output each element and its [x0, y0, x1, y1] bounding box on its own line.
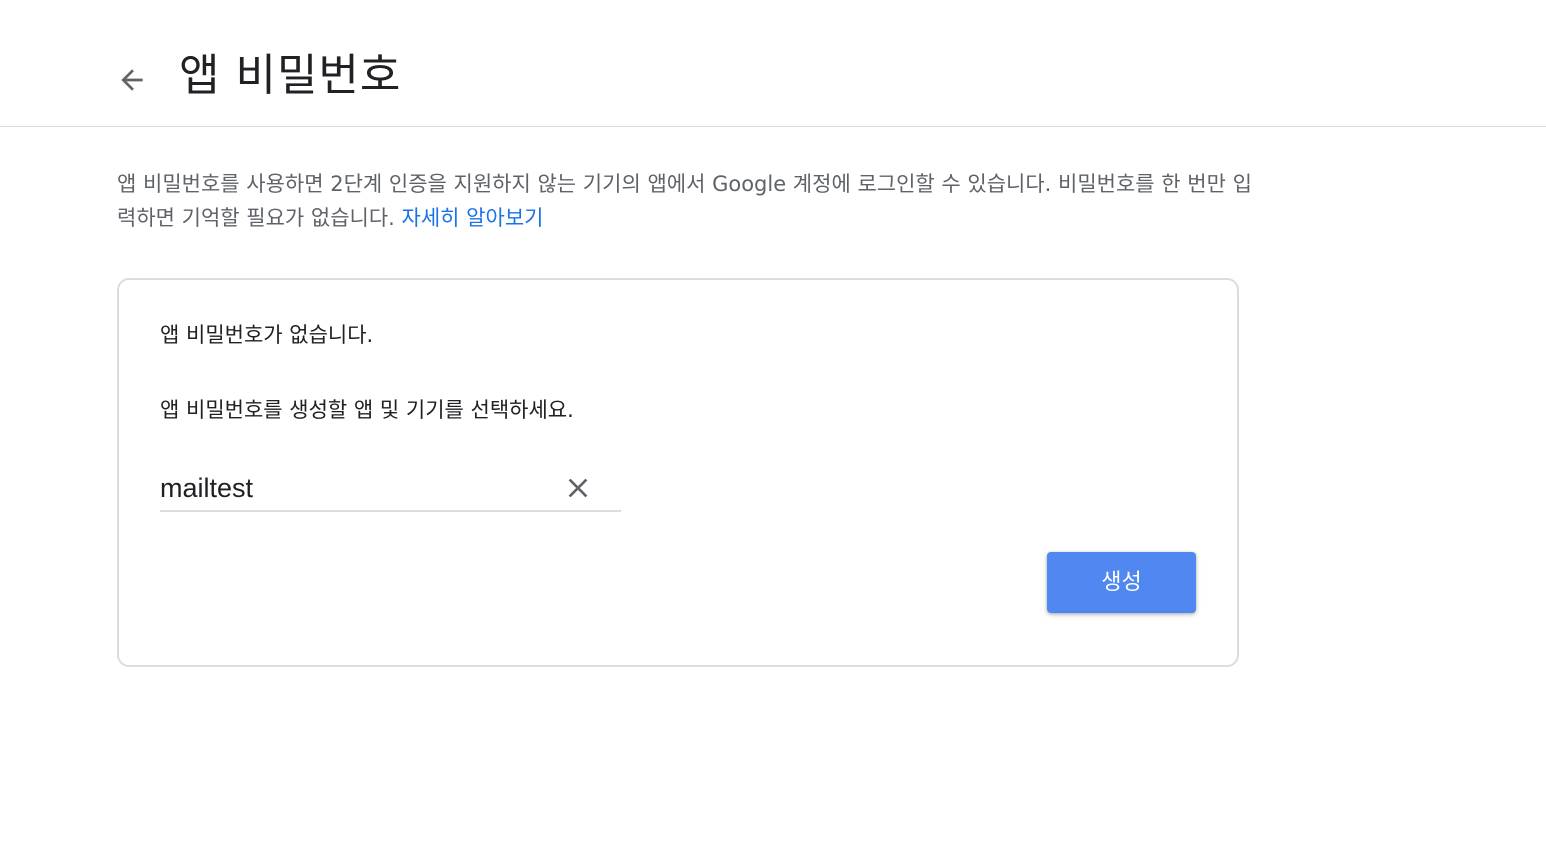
app-name-field	[160, 466, 621, 512]
close-icon	[568, 478, 588, 498]
page-title: 앱 비밀번호	[179, 50, 402, 101]
app-password-card: 앱 비밀번호가 없습니다. 앱 비밀번호를 생성할 앱 및 기기를 선택하세요.…	[117, 278, 1239, 667]
page-header: 앱 비밀번호	[0, 0, 1546, 127]
generate-button[interactable]: 생성	[1047, 552, 1196, 613]
back-button[interactable]	[110, 58, 154, 102]
description: 앱 비밀번호를 사용하면 2단계 인증을 지원하지 않는 기기의 앱에서 Goo…	[117, 167, 1257, 235]
description-text: 앱 비밀번호를 사용하면 2단계 인증을 지원하지 않는 기기의 앱에서 Goo…	[117, 172, 1252, 230]
learn-more-link[interactable]: 자세히 알아보기	[402, 206, 544, 230]
app-name-input[interactable]	[160, 470, 550, 506]
clear-input-button[interactable]	[558, 468, 598, 508]
arrow-back-icon	[121, 69, 143, 91]
select-app-prompt: 앱 비밀번호를 생성할 앱 및 기기를 선택하세요.	[160, 398, 574, 422]
no-app-passwords-message: 앱 비밀번호가 없습니다.	[160, 323, 374, 347]
